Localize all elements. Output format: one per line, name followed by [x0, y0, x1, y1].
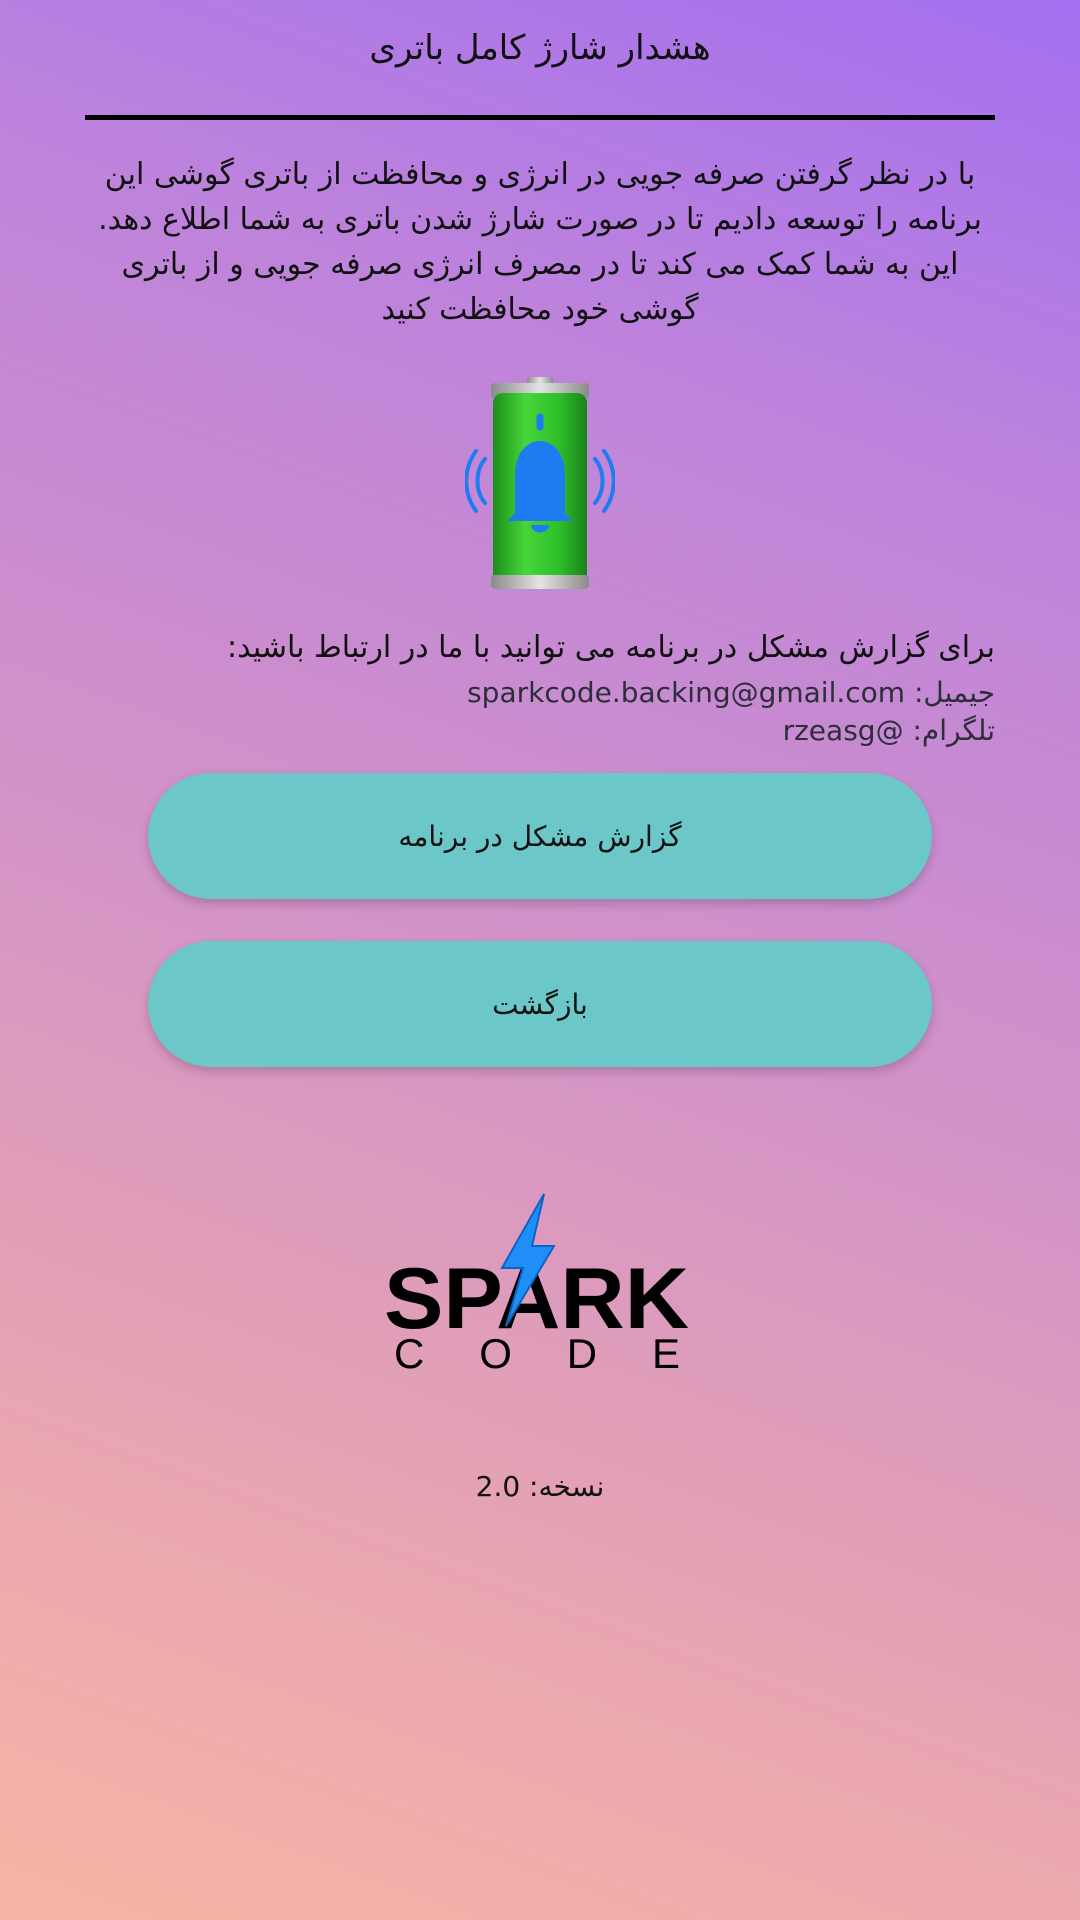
battery-bell-icon: [465, 377, 615, 589]
version-label: نسخه: 2.0: [475, 1470, 605, 1503]
spark-code-logo: SPARK C O D E: [384, 1193, 689, 1377]
contact-email: جیمیل: sparkcode.backing@gmail.com: [467, 676, 995, 709]
contact-heading: برای گزارش مشکل در برنامه می توانید با م…: [226, 630, 995, 665]
intro-text: با در نظر گرفتن صرفه جویی در انرژی و محا…: [98, 157, 982, 327]
page-title: هشدار شارژ کامل باتری: [369, 28, 711, 68]
contact-telegram: تلگرام: @rzeasg: [782, 714, 995, 747]
report-problem-button[interactable]: گزارش مشکل در برنامه: [148, 773, 932, 899]
title-divider: [85, 115, 995, 120]
back-button[interactable]: بازگشت: [148, 941, 932, 1067]
